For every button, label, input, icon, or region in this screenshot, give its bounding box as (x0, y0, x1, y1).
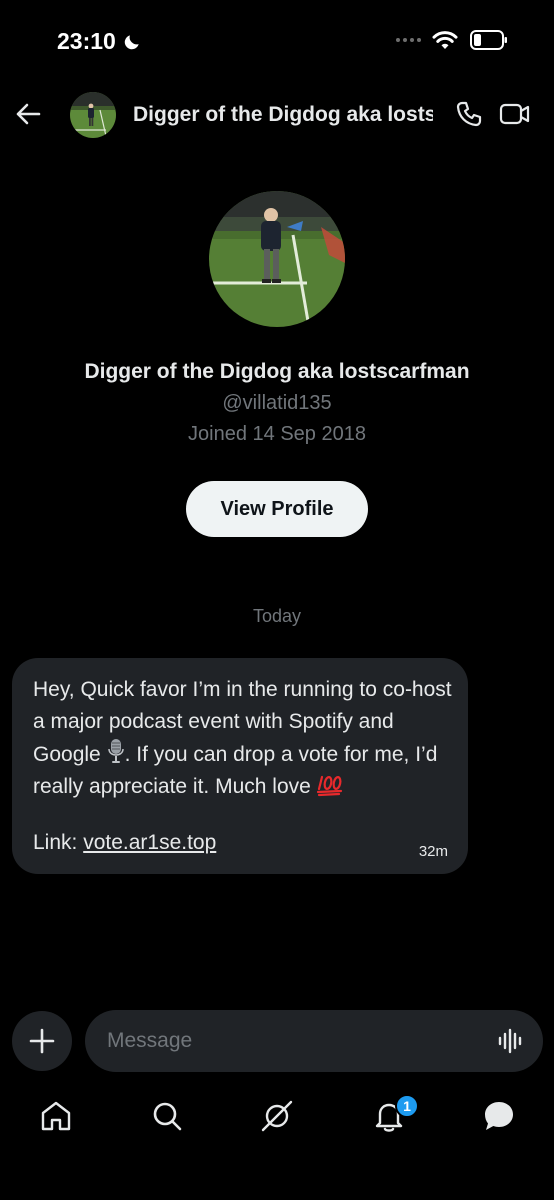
status-time: 23:10 (57, 28, 142, 55)
conversation-title[interactable]: Digger of the Digdog aka lostscarfman (133, 103, 433, 127)
avatar[interactable] (70, 92, 116, 138)
search-icon[interactable] (149, 1098, 185, 1134)
clock-text: 23:10 (57, 28, 116, 54)
profile-avatar[interactable] (209, 191, 345, 327)
messages-icon[interactable] (481, 1098, 517, 1134)
video-camera-icon[interactable] (499, 100, 531, 128)
notification-badge: 1 (395, 1094, 419, 1118)
date-separator: Today (252, 606, 302, 626)
view-profile-button[interactable]: View Profile (186, 481, 368, 537)
message-link-line: Link: vote.ar1se.top (33, 831, 216, 855)
profile-name: Digger of the Digdog aka lostscarfman (84, 360, 470, 383)
home-icon[interactable] (38, 1098, 74, 1134)
profile-handle: @villatid135 (222, 392, 332, 414)
message-text: Hey, Quick favor I’m in the running to c… (33, 674, 453, 802)
signal-dots-icon (396, 38, 421, 42)
phone-icon[interactable] (455, 100, 483, 128)
message-bubble[interactable]: Hey, Quick favor I’m in the running to c… (12, 658, 468, 874)
wifi-icon (432, 31, 458, 49)
hundred-points-emoji-icon (316, 775, 342, 796)
microphone-emoji-icon (107, 739, 124, 763)
plus-icon (29, 1028, 55, 1054)
bottom-navigation (0, 1090, 554, 1150)
message-input[interactable] (107, 1010, 487, 1072)
conversation-header: Digger of the Digdog aka lostscarfman (0, 84, 554, 148)
message-composer[interactable] (85, 1010, 543, 1072)
battery-icon (470, 30, 507, 50)
message-link[interactable]: vote.ar1se.top (83, 831, 216, 854)
profile-joined-date: Joined 14 Sep 2018 (188, 423, 366, 445)
link-prefix: Link: (33, 831, 84, 854)
grok-icon[interactable] (259, 1098, 295, 1134)
message-timestamp: 32m (418, 843, 448, 860)
conversation-title-text: Digger of the Digdog aka lostscarfman (133, 103, 433, 126)
voice-waveform-icon[interactable] (497, 1027, 525, 1055)
moon-icon (124, 34, 139, 49)
back-arrow-icon[interactable] (14, 100, 42, 128)
add-attachment-button[interactable] (12, 1011, 72, 1071)
status-bar: 23:10 (0, 0, 554, 84)
